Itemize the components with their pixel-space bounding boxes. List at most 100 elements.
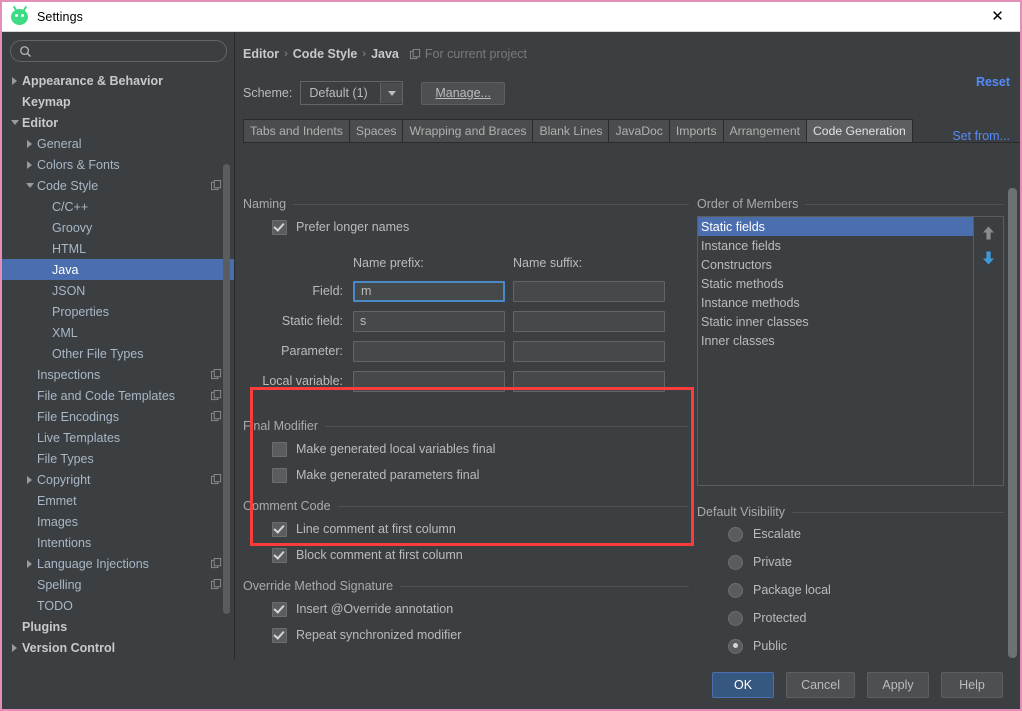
checkbox-line-comment-at-first-column[interactable]: Line comment at first column	[243, 518, 689, 540]
sidebar-item-properties[interactable]: Properties	[2, 301, 234, 322]
sidebar-item-copyright[interactable]: Copyright	[2, 469, 234, 490]
checkbox-make-generated-parameters-final[interactable]: Make generated parameters final	[243, 464, 689, 486]
tab-arrangement[interactable]: Arrangement	[722, 119, 807, 142]
sidebar-item-inspections[interactable]: Inspections	[2, 364, 234, 385]
static-field-suffix-input[interactable]	[513, 310, 665, 332]
sidebar-item-colors-fonts[interactable]: Colors & Fonts	[2, 154, 234, 175]
sidebar-scrollbar-thumb[interactable]	[223, 164, 230, 614]
sidebar-item-code-style[interactable]: Code Style	[2, 175, 234, 196]
checkbox-block-comment-at-first-column[interactable]: Block comment at first column	[243, 544, 689, 566]
main-scrollbar-thumb[interactable]	[1008, 188, 1017, 658]
local-variable-suffix-input[interactable]	[513, 370, 665, 392]
sidebar-item-live-templates[interactable]: Live Templates	[2, 427, 234, 448]
field-suffix-input[interactable]	[513, 280, 665, 302]
radio-package-local[interactable]: Package local	[697, 576, 1004, 604]
sidebar-item-todo[interactable]: TODO	[2, 595, 234, 616]
code-style-tabs[interactable]: Tabs and Indents Spaces Wrapping and Brace…	[243, 119, 1020, 143]
breadcrumb-item-editor[interactable]: Editor	[243, 47, 279, 61]
list-item[interactable]: Static inner classes	[698, 312, 973, 331]
static-field-prefix-input[interactable]	[353, 310, 505, 332]
search-input[interactable]	[36, 44, 218, 58]
list-item[interactable]: Instance methods	[698, 293, 973, 312]
sidebar-item-intentions[interactable]: Intentions	[2, 532, 234, 553]
set-from-link[interactable]: Set from...	[952, 129, 1010, 143]
ok-button[interactable]: OK	[712, 671, 775, 698]
checkbox-insert-override-annotation[interactable]: Insert @Override annotation	[243, 598, 689, 620]
order-of-members-list[interactable]: Static fields Instance fields Constructors…	[698, 217, 973, 485]
parameter-prefix-input[interactable]	[353, 340, 505, 362]
sidebar-item-groovy[interactable]: Groovy	[2, 217, 234, 238]
tab-spaces[interactable]: Spaces	[348, 119, 404, 142]
tab-tabs-and-indents[interactable]: Tabs and Indents	[243, 119, 350, 142]
sidebar-item-label: Version Control	[22, 640, 116, 655]
scheme-dropdown[interactable]: Default (1)	[300, 81, 404, 105]
sidebar-item-language-injections[interactable]: Language Injections	[2, 553, 234, 574]
manage-button[interactable]: Manage...	[421, 81, 505, 105]
settings-tree[interactable]: Appearance & Behavior Keymap Editor General…	[2, 69, 234, 660]
apply-button[interactable]: Apply	[867, 671, 929, 698]
parameter-suffix-input[interactable]	[513, 340, 665, 362]
chevron-right-icon[interactable]	[8, 641, 21, 654]
list-item[interactable]: Instance fields	[698, 236, 973, 255]
sidebar-item-file-types[interactable]: File Types	[2, 448, 234, 469]
list-item-label: Static inner classes	[701, 314, 809, 329]
sidebar-item-images[interactable]: Images	[2, 511, 234, 532]
prefer-longer-names-checkbox[interactable]: Prefer longer names	[243, 216, 689, 238]
chevron-down-icon[interactable]	[23, 179, 36, 192]
local-variable-prefix-input[interactable]	[353, 370, 505, 392]
arrow-down-icon[interactable]	[980, 248, 998, 268]
sidebar-item-java[interactable]: Java	[2, 259, 234, 280]
radio-protected[interactable]: Protected	[697, 604, 1004, 632]
reset-link[interactable]: Reset	[976, 75, 1010, 89]
chevron-down-icon[interactable]	[8, 116, 21, 129]
radio-private[interactable]: Private	[697, 548, 1004, 576]
chevron-right-icon[interactable]	[23, 557, 36, 570]
sidebar-item-emmet[interactable]: Emmet	[2, 490, 234, 511]
sidebar-scrollbar-track[interactable]	[223, 34, 232, 658]
list-item[interactable]: Constructors	[698, 255, 973, 274]
sidebar-item-c-c[interactable]: C/C++	[2, 196, 234, 217]
sidebar-item-keymap[interactable]: Keymap	[2, 91, 234, 112]
sidebar-item-version-control[interactable]: Version Control	[2, 637, 234, 658]
sidebar-item-file-encodings[interactable]: File Encodings	[2, 406, 234, 427]
cancel-button[interactable]: Cancel	[786, 671, 855, 698]
chevron-right-icon[interactable]	[23, 158, 36, 171]
sidebar-item-xml[interactable]: XML	[2, 322, 234, 343]
sidebar-item-editor[interactable]: Editor	[2, 112, 234, 133]
chevron-right-icon[interactable]	[23, 137, 36, 150]
list-item[interactable]: Inner classes	[698, 331, 973, 350]
sidebar-item-other-file-types[interactable]: Other File Types	[2, 343, 234, 364]
radio-public[interactable]: Public	[697, 632, 1004, 660]
checkbox-indicator	[272, 441, 287, 457]
sidebar-item-html[interactable]: HTML	[2, 238, 234, 259]
tab-wrapping-and-braces[interactable]: Wrapping and Braces	[402, 119, 534, 142]
sidebar-item-json[interactable]: JSON	[2, 280, 234, 301]
sidebar-item-plugins[interactable]: Plugins	[2, 616, 234, 637]
checkbox-repeat-synchronized-modifier[interactable]: Repeat synchronized modifier	[243, 624, 689, 646]
help-button[interactable]: Help	[941, 671, 1003, 698]
sidebar-item-general[interactable]: General	[2, 133, 234, 154]
tab-imports[interactable]: Imports	[668, 119, 724, 142]
search-box[interactable]	[10, 40, 227, 62]
tab-label: Wrapping and Braces	[409, 124, 527, 138]
breadcrumb-item-code-style[interactable]: Code Style	[293, 47, 358, 61]
close-icon[interactable]: ✕	[975, 2, 1020, 31]
field-prefix-input[interactable]	[353, 280, 505, 302]
tab-javadoc[interactable]: JavaDoc	[608, 119, 670, 142]
sidebar-item-file-and-code-templates[interactable]: File and Code Templates	[2, 385, 234, 406]
chevron-down-icon[interactable]	[380, 83, 403, 103]
final-modifier-section-header: Final Modifier	[243, 418, 689, 434]
tab-blank-lines[interactable]: Blank Lines	[532, 119, 610, 142]
list-item[interactable]: Static fields	[698, 217, 973, 236]
copy-badge-icon	[211, 390, 222, 401]
tab-code-generation[interactable]: Code Generation	[806, 119, 913, 142]
list-item[interactable]: Static methods	[698, 274, 973, 293]
sidebar-item-label: General	[37, 136, 82, 151]
chevron-right-icon[interactable]	[8, 74, 21, 87]
sidebar-item-spelling[interactable]: Spelling	[2, 574, 234, 595]
chevron-right-icon[interactable]	[23, 473, 36, 486]
arrow-up-icon[interactable]	[980, 223, 998, 243]
checkbox-make-generated-local-variables-final[interactable]: Make generated local variables final	[243, 438, 689, 460]
sidebar-item-appearance-behavior[interactable]: Appearance & Behavior	[2, 70, 234, 91]
radio-escalate[interactable]: Escalate	[697, 520, 1004, 548]
